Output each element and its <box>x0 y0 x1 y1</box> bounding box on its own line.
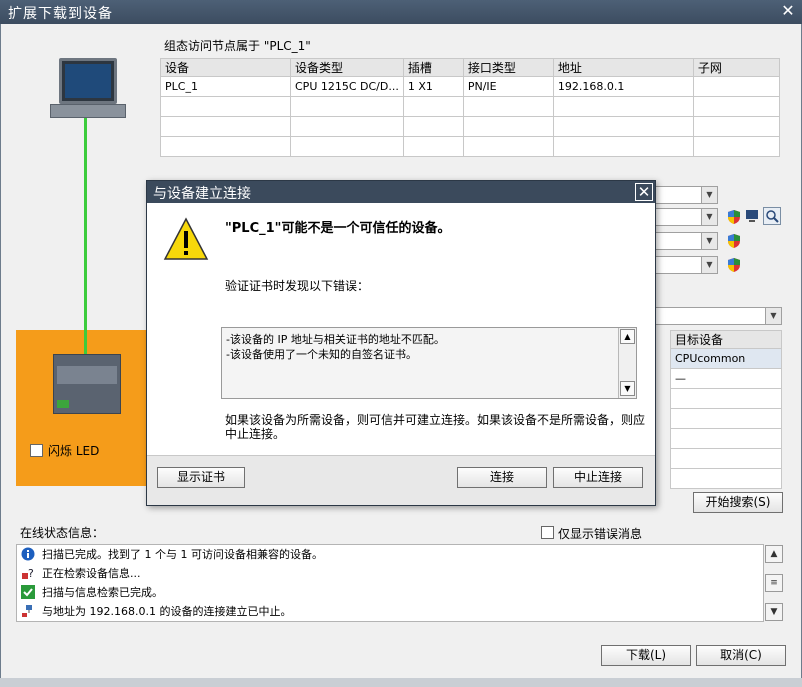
chevron-down-icon: ▼ <box>701 209 717 225</box>
start-search-button[interactable]: 开始搜索(S) <box>693 492 783 513</box>
download-button[interactable]: 下载(L) <box>601 645 691 666</box>
table-row <box>670 388 782 409</box>
col-header: 设备 <box>160 58 291 77</box>
abort-connection-button[interactable]: 中止连接 <box>553 467 643 488</box>
online-status-title: 在线状态信息： <box>20 526 105 540</box>
query-icon: ? <box>22 567 34 580</box>
certificate-error: -该设备的 IP 地址与相关证书的地址不匹配。 <box>226 333 445 346</box>
status-message: 扫描已完成。找到了 1 个与 1 可访问设备相兼容的设备。 <box>17 545 763 564</box>
verify-message: 验证证书时发现以下错误： <box>225 279 370 293</box>
flash-led-label: 闪烁 LED <box>48 444 100 458</box>
shield-icon <box>728 258 740 272</box>
target-select[interactable]: ▼ <box>650 307 782 325</box>
cancel-button[interactable]: 取消(C) <box>696 645 786 666</box>
chevron-down-icon: ▼ <box>701 233 717 249</box>
dialog-title: 与设备建立连接 <box>147 181 655 203</box>
col-header-target-device: 目标设备 <box>670 330 782 349</box>
status-message-text: 扫描与信息检索已完成。 <box>42 586 163 599</box>
network-link-line <box>84 118 87 356</box>
certificate-error: -该设备使用了一个未知的自签名证书。 <box>226 348 417 361</box>
table-row <box>160 96 781 117</box>
certificate-error-text: -该设备的 IP 地址与相关证书的地址不匹配。 -该设备使用了一个未知的自签名证… <box>226 332 445 362</box>
dialog-footer: 显示证书 连接 中止连接 <box>147 455 655 505</box>
cell-target: — <box>670 368 782 389</box>
check-icon <box>21 585 35 599</box>
col-header: 地址 <box>552 58 694 77</box>
table-row <box>670 428 782 449</box>
shield-icon <box>728 234 740 248</box>
show-certificate-button[interactable]: 显示证书 <box>157 467 245 488</box>
connection-select[interactable]: ▼ <box>650 232 718 250</box>
cell-subnet <box>692 76 781 97</box>
connection-dialog: 与设备建立连接 ✕ "PLC_1"可能不是一个可信任的设备。 验证证书时发现以下… <box>146 180 656 506</box>
first-gateway-select[interactable]: ▼ <box>650 256 718 274</box>
cell-target: CPUcommon <box>670 348 782 369</box>
cell-device-type: CPU 1215C DC/D... <box>290 76 404 97</box>
certificate-error-list[interactable]: -该设备的 IP 地址与相关证书的地址不匹配。 -该设备使用了一个未知的自签名证… <box>221 327 637 399</box>
table-row <box>160 116 781 137</box>
chevron-down-icon: ▼ <box>765 308 781 324</box>
status-message-text: 正在检索设备信息... <box>42 567 141 580</box>
status-message: 与地址为 192.168.0.1 的设备的连接建立已中止。 <box>17 602 763 621</box>
status-message-list[interactable]: 扫描已完成。找到了 1 个与 1 可访问设备相兼容的设备。 ? 正在检索设备信息… <box>16 544 764 622</box>
only-errors-checkbox[interactable] <box>541 526 554 539</box>
network-error-icon <box>22 605 32 617</box>
col-header: 插槽 <box>402 58 464 77</box>
plc-status-led <box>57 400 69 408</box>
scroll-down-button[interactable]: ▼ <box>765 603 783 621</box>
cell-slot: 1 X1 <box>402 76 464 97</box>
chevron-down-icon: ▼ <box>701 187 717 203</box>
connect-button[interactable]: 连接 <box>457 467 547 488</box>
only-errors-label: 仅显示错误消息 <box>558 527 643 541</box>
cell-interface-type: PN/IE <box>462 76 554 97</box>
flash-led-checkbox[interactable] <box>30 444 43 457</box>
shield-icon <box>728 210 740 224</box>
scroll-up-button[interactable]: ▲ <box>765 545 783 563</box>
window-title: 扩展下载到设备 <box>0 0 802 24</box>
status-message: 扫描与信息检索已完成。 <box>17 583 763 602</box>
scroll-down-button[interactable]: ▼ <box>620 381 635 396</box>
table-row[interactable]: CPUcommon <box>670 348 782 369</box>
properties-icon[interactable] <box>744 208 760 224</box>
table-row[interactable]: PLC_1 CPU 1215C DC/D... 1 X1 PN/IE 192.1… <box>160 76 781 97</box>
window-close-button[interactable]: ✕ <box>774 0 802 22</box>
status-message-text: 扫描已完成。找到了 1 个与 1 可访问设备相兼容的设备。 <box>42 548 323 561</box>
status-message-text: 与地址为 192.168.0.1 的设备的连接建立已中止。 <box>42 605 292 618</box>
status-list-menu-button[interactable]: ≡ <box>765 574 783 592</box>
info-icon <box>21 547 35 561</box>
plc-device-front <box>57 366 117 384</box>
col-header: 接口类型 <box>462 58 554 77</box>
warning-icon <box>163 217 209 260</box>
status-message: ? 正在检索设备信息... <box>17 564 763 583</box>
scroll-up-button[interactable]: ▲ <box>620 329 635 344</box>
pg-interface-type-select[interactable]: ▼ <box>650 186 718 204</box>
cell-address: 192.168.0.1 <box>552 76 694 97</box>
dialog-note: 如果该设备为所需设备，则可信并可建立连接。如果该设备不是所需设备，则应中止连接。 <box>225 413 646 441</box>
col-header: 设备类型 <box>290 58 404 77</box>
taskbar-strip <box>0 678 802 687</box>
error-list-scrollbar[interactable]: ▲ ▼ <box>618 328 636 398</box>
col-header: 子网 <box>692 58 781 77</box>
config-table: 设备 设备类型 插槽 接口类型 地址 子网 PLC_1 CPU 1215C DC… <box>160 58 781 157</box>
target-device-table: 目标设备 CPUcommon — <box>670 330 782 489</box>
table-row <box>670 408 782 429</box>
pg-interface-select[interactable]: ▼ <box>650 208 718 226</box>
table-row <box>160 136 781 157</box>
svg-text:?: ? <box>28 567 34 580</box>
dialog-close-button[interactable]: ✕ <box>635 183 653 201</box>
search-device-icon[interactable] <box>763 207 781 225</box>
config-group-label: 组态访问节点属于 "PLC_1" <box>164 39 311 53</box>
table-row[interactable]: — <box>670 368 782 389</box>
chevron-down-icon: ▼ <box>701 257 717 273</box>
pg-pc-screen <box>65 64 111 98</box>
cell-device: PLC_1 <box>160 76 291 97</box>
dialog-heading: "PLC_1"可能不是一个可信任的设备。 <box>225 221 451 236</box>
pg-pc-keyboard <box>50 104 126 118</box>
table-row <box>670 468 782 489</box>
network-link-line-lower <box>84 330 87 356</box>
table-row <box>670 448 782 469</box>
